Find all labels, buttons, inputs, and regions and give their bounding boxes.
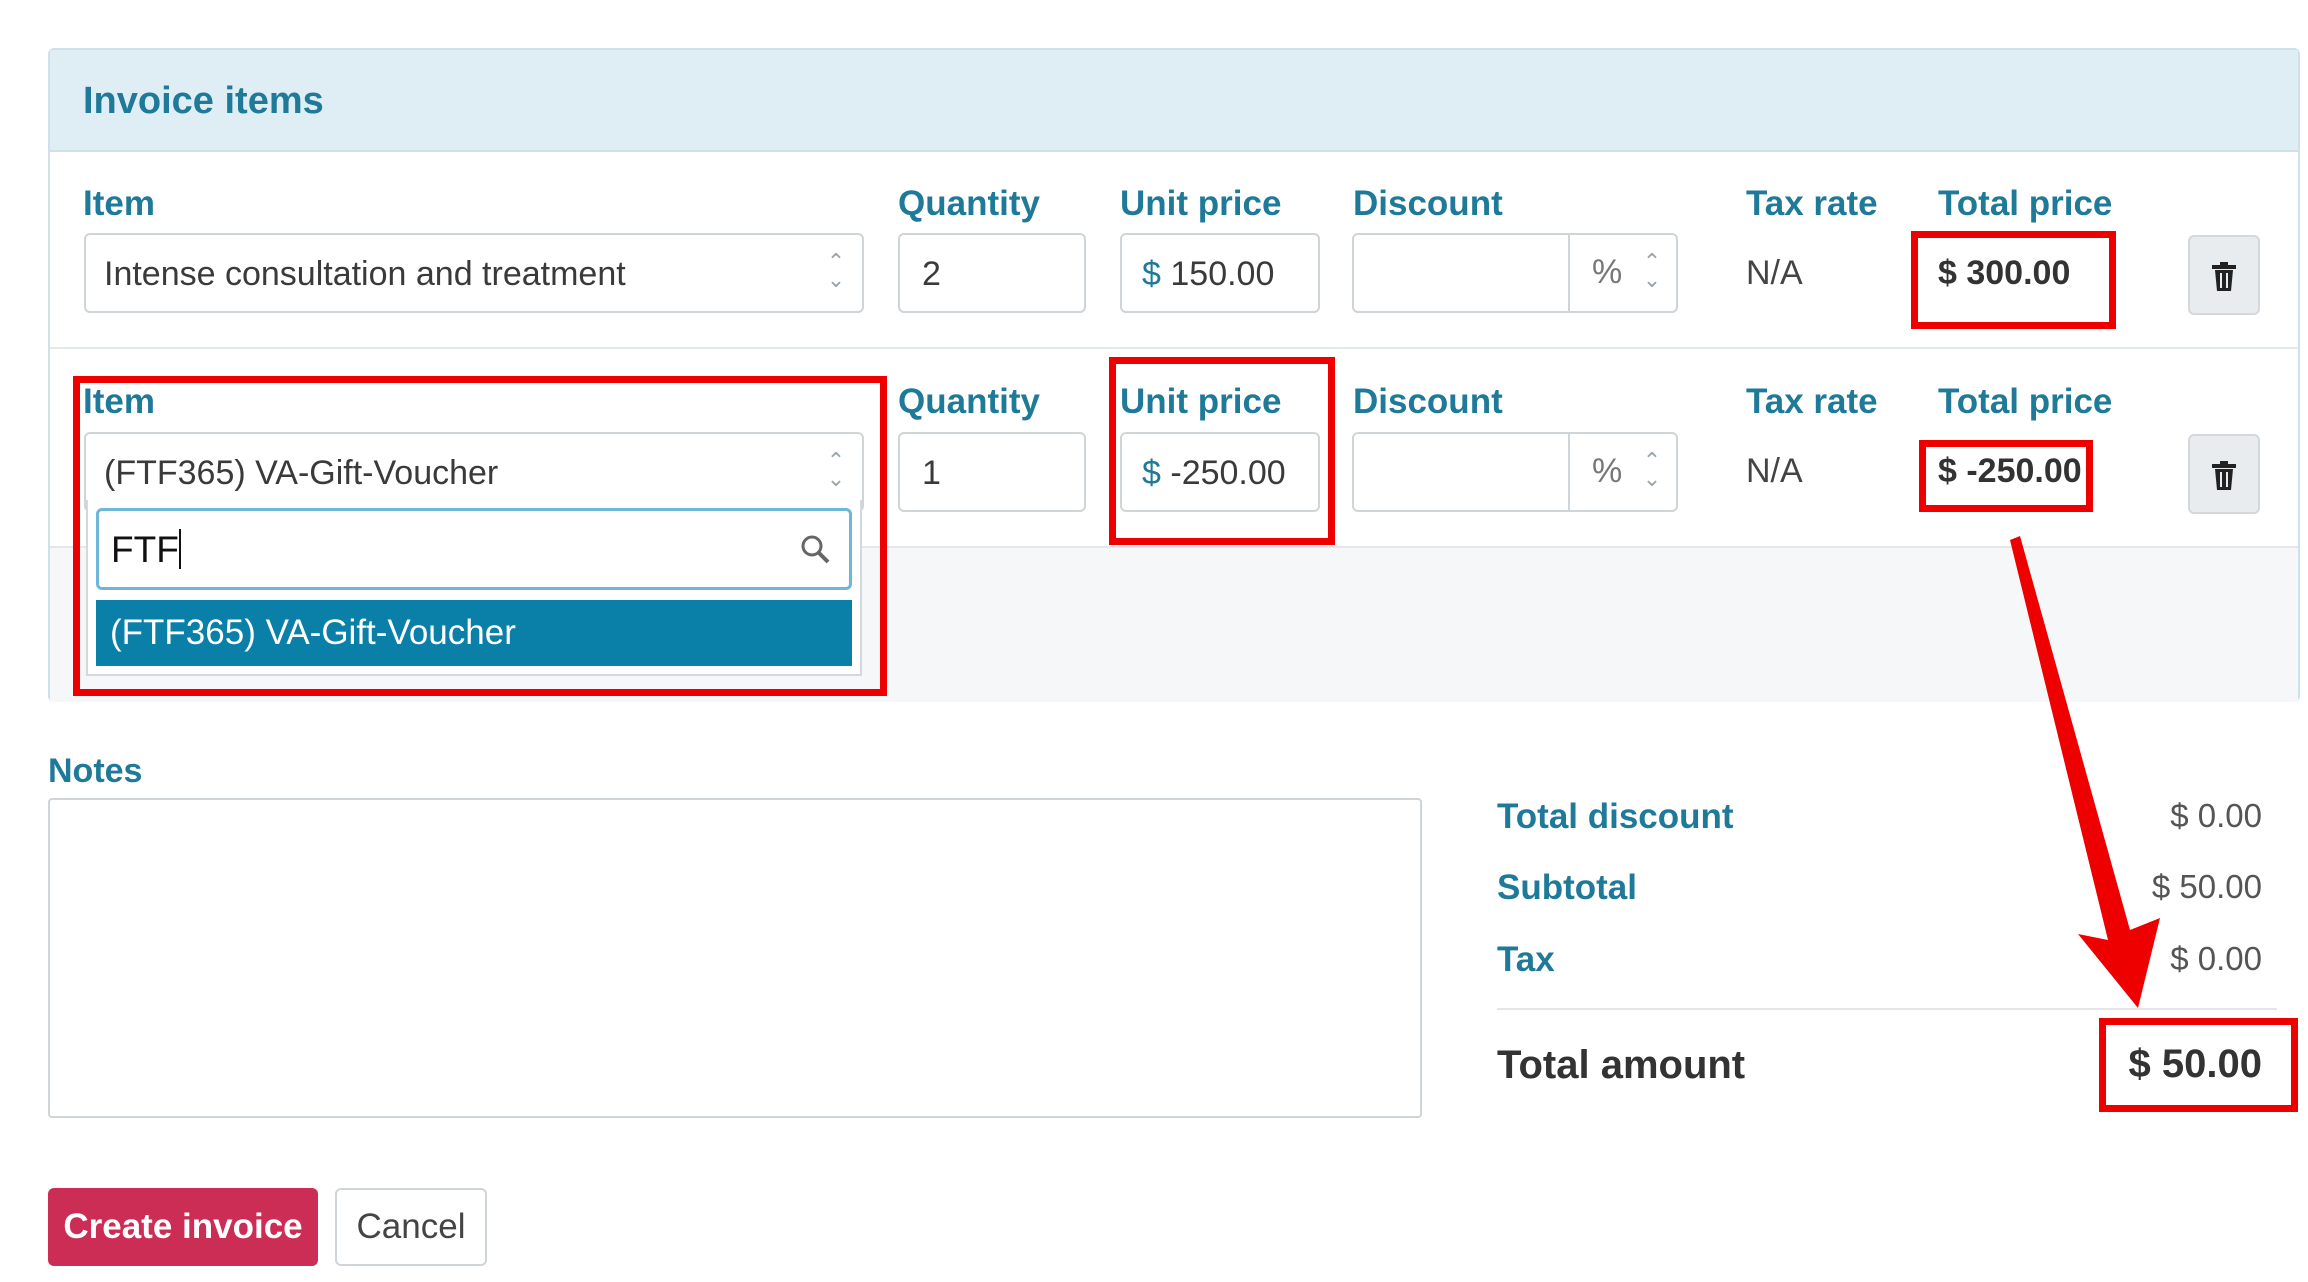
total-price-label: Total price (1938, 184, 2113, 223)
item-select[interactable]: Intense consultation and treatment ⌃ ⌄ (84, 233, 864, 313)
item-select-value: Intense consultation and treatment (104, 255, 626, 293)
discount-label: Discount (1353, 382, 1503, 421)
trash-icon (2212, 262, 2236, 291)
quantity-value: 1 (922, 454, 941, 492)
tax-label: Tax (1497, 940, 1555, 979)
discount-unit-value: % (1592, 452, 1623, 490)
delete-row-button[interactable] (2188, 434, 2260, 514)
quantity-input[interactable]: 2 (898, 233, 1086, 313)
discount-unit-select[interactable]: % ⌃ ⌄ (1568, 434, 1676, 510)
item-label: Item (83, 184, 155, 223)
quantity-value: 2 (922, 255, 941, 293)
discount-unit-value: % (1592, 253, 1623, 291)
tax-rate-label: Tax rate (1746, 184, 1878, 223)
select-arrows-icon: ⌃ ⌄ (826, 249, 846, 292)
subtotal-value: $ 50.00 (2151, 868, 2262, 905)
total-discount-value: $ 0.00 (2170, 797, 2262, 834)
tax-rate-value: N/A (1746, 452, 1803, 490)
select-arrows-icon: ⌃ ⌄ (1642, 249, 1662, 292)
total-discount-label: Total discount (1497, 797, 1734, 836)
unit-price-input[interactable]: $ 150.00 (1120, 233, 1320, 313)
discount-unit-select[interactable]: % ⌃ ⌄ (1568, 235, 1676, 311)
discount-label: Discount (1353, 184, 1503, 223)
summary-divider (1497, 1008, 2277, 1010)
subtotal-label: Subtotal (1497, 868, 1637, 907)
tax-value: $ 0.00 (2170, 940, 2262, 977)
total-amount-value: $ 50.00 (2128, 1042, 2262, 1086)
highlight-box-total-row1 (1911, 231, 2116, 329)
quantity-label: Quantity (898, 382, 1040, 421)
highlight-box-item (73, 376, 887, 696)
cancel-button[interactable]: Cancel (335, 1188, 487, 1266)
quantity-label: Quantity (898, 184, 1040, 223)
tax-rate-label: Tax rate (1746, 382, 1878, 421)
panel-title: Invoice items (83, 80, 324, 122)
discount-input[interactable]: % ⌃ ⌄ (1352, 233, 1678, 313)
create-invoice-button[interactable]: Create invoice (48, 1188, 318, 1266)
notes-label: Notes (48, 752, 143, 790)
unit-price-label: Unit price (1120, 184, 1282, 223)
quantity-input[interactable]: 1 (898, 432, 1086, 512)
row-divider (50, 347, 2298, 349)
select-arrows-icon: ⌃ ⌄ (1642, 448, 1662, 491)
delete-row-button[interactable] (2188, 235, 2260, 315)
discount-input[interactable]: % ⌃ ⌄ (1352, 432, 1678, 512)
highlight-box-unit-price (1109, 357, 1335, 545)
currency-symbol: $ (1142, 255, 1161, 293)
total-price-label: Total price (1938, 382, 2113, 421)
tax-rate-value: N/A (1746, 254, 1803, 292)
unit-price-value: 150.00 (1170, 255, 1275, 293)
trash-icon (2212, 461, 2236, 490)
notes-textarea[interactable] (48, 798, 1422, 1118)
highlight-box-total-row2 (1919, 440, 2093, 512)
total-amount-label: Total amount (1497, 1043, 1746, 1087)
panel-header (50, 50, 2298, 152)
